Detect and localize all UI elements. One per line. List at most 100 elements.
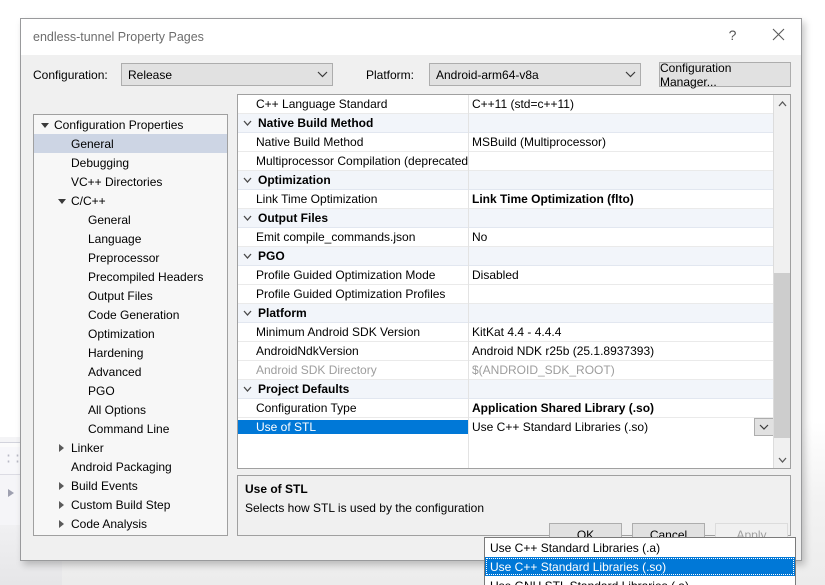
tree-spacer [72, 286, 85, 305]
tree-item-advanced[interactable]: Advanced [34, 362, 227, 381]
tree-item-android-packaging[interactable]: Android Packaging [34, 457, 227, 476]
grid-row-native-build-method[interactable]: Native Build MethodMSBuild (Multiprocess… [238, 133, 774, 152]
grid-property-value[interactable]: KitKat 4.4 - 4.4.4 [468, 325, 774, 339]
grid-row-android-sdk-directory[interactable]: Android SDK Directory$(ANDROID_SDK_ROOT) [238, 361, 774, 380]
grid-group-native-build-method[interactable]: Native Build Method [238, 114, 774, 133]
use-of-stl-dropdown-list[interactable]: Use C++ Standard Libraries (.a)Use C++ S… [484, 537, 796, 585]
grid-row-configuration-type[interactable]: Configuration TypeApplication Shared Lib… [238, 399, 774, 418]
help-button[interactable]: ? [710, 19, 755, 50]
grid-group-output-files[interactable]: Output Files [238, 209, 774, 228]
dialog-titlebar[interactable]: endless-tunnel Property Pages ? [21, 19, 801, 56]
dropdown-option[interactable]: Use C++ Standard Libraries (.a) [485, 538, 795, 557]
chevron-down-icon[interactable] [238, 380, 256, 399]
value-dropdown-button[interactable] [754, 418, 774, 436]
configuration-manager-button[interactable]: Configuration Manager... [659, 62, 791, 87]
tree-item-all-options[interactable]: All Options [34, 400, 227, 419]
tree-item-custom-build-step[interactable]: Custom Build Step [34, 495, 227, 514]
tree-item-general[interactable]: General [34, 210, 227, 229]
platform-label: Platform: [366, 68, 414, 82]
tree-item-optimization[interactable]: Optimization [34, 324, 227, 343]
grid-group-platform[interactable]: Platform [238, 304, 774, 323]
grid-property-name: Configuration Type [238, 401, 468, 415]
tree-item-label: Command Line [85, 422, 169, 436]
property-tree[interactable]: Configuration PropertiesGeneralDebugging… [33, 114, 228, 536]
triangle-down-icon[interactable] [38, 115, 51, 134]
grid-property-value[interactable]: C++11 (std=c++11) [468, 97, 774, 111]
grid-property-name: Minimum Android SDK Version [238, 325, 468, 339]
platform-select[interactable]: Android-arm64-v8a [429, 63, 641, 86]
grid-row-profile-guided-optimization-profiles[interactable]: Profile Guided Optimization Profiles [238, 285, 774, 304]
grid-property-name: Native Build Method [238, 135, 468, 149]
triangle-right-icon[interactable] [55, 476, 68, 495]
grid-property-name: Multiprocessor Compilation (deprecated) [238, 154, 468, 168]
tree-item-code-generation[interactable]: Code Generation [34, 305, 227, 324]
tree-spacer [72, 229, 85, 248]
grid-row-emit-compile-commands-json[interactable]: Emit compile_commands.jsonNo [238, 228, 774, 247]
chevron-down-icon [759, 424, 769, 430]
grid-property-value[interactable]: Use C++ Standard Libraries (.so) [468, 420, 774, 434]
tree-item-build-events[interactable]: Build Events [34, 476, 227, 495]
tree-item-configuration-properties[interactable]: Configuration Properties [34, 115, 227, 134]
grid-column-separator [468, 95, 469, 468]
tree-item-label: Code Generation [85, 308, 179, 322]
tree-item-hardening[interactable]: Hardening [34, 343, 227, 362]
grid-group-pgo[interactable]: PGO [238, 247, 774, 266]
configuration-bar: Configuration: Release Platform: Android… [21, 56, 801, 94]
scrollbar-thumb[interactable] [774, 273, 791, 438]
grid-property-name: Android SDK Directory [238, 363, 468, 377]
grid-row-androidndkversion[interactable]: AndroidNdkVersionAndroid NDK r25b (25.1.… [238, 342, 774, 361]
property-grid[interactable]: C++ Language StandardC++11 (std=c++11)Na… [237, 94, 791, 469]
tree-item-label: PGO [85, 384, 115, 398]
grid-row-profile-guided-optimization-mode[interactable]: Profile Guided Optimization ModeDisabled [238, 266, 774, 285]
configuration-select[interactable]: Release [121, 63, 333, 86]
chevron-down-icon[interactable] [238, 247, 256, 266]
grid-row-multiprocessor-compilation-deprecated[interactable]: Multiprocessor Compilation (deprecated) [238, 152, 774, 171]
chevron-down-icon[interactable] [238, 209, 256, 228]
tree-item-general[interactable]: General [34, 134, 227, 153]
tree-item-label: Output Files [85, 289, 153, 303]
tree-item-debugging[interactable]: Debugging [34, 153, 227, 172]
grid-group-optimization[interactable]: Optimization [238, 171, 774, 190]
dropdown-option[interactable]: Use C++ Standard Libraries (.so) [485, 557, 795, 576]
grid-row-minimum-android-sdk-version[interactable]: Minimum Android SDK VersionKitKat 4.4 - … [238, 323, 774, 342]
triangle-right-icon[interactable] [55, 495, 68, 514]
grid-property-value[interactable]: $(ANDROID_SDK_ROOT) [468, 363, 774, 377]
grid-property-value[interactable]: Link Time Optimization (flto) [468, 192, 774, 206]
close-icon [772, 28, 785, 41]
dropdown-option[interactable]: Use GNU STL Standard Libraries (.a) [485, 576, 795, 585]
tree-spacer [55, 134, 68, 153]
scroll-up-button[interactable] [774, 95, 791, 112]
tree-item-language[interactable]: Language [34, 229, 227, 248]
chevron-down-icon[interactable] [238, 171, 256, 190]
triangle-right-icon[interactable] [55, 438, 68, 457]
chevron-down-icon[interactable] [238, 304, 256, 323]
close-button[interactable] [756, 19, 801, 50]
grid-row-link-time-optimization[interactable]: Link Time OptimizationLink Time Optimiza… [238, 190, 774, 209]
tree-item-command-line[interactable]: Command Line [34, 419, 227, 438]
tree-item-pgo[interactable]: PGO [34, 381, 227, 400]
tree-item-preprocessor[interactable]: Preprocessor [34, 248, 227, 267]
platform-select-value: Android-arm64-v8a [430, 68, 620, 82]
grid-property-value[interactable]: Application Shared Library (.so) [468, 401, 774, 415]
grid-scrollbar[interactable] [773, 95, 790, 468]
tree-item-precompiled-headers[interactable]: Precompiled Headers [34, 267, 227, 286]
grid-property-value[interactable]: No [468, 230, 774, 244]
grid-property-value[interactable]: MSBuild (Multiprocessor) [468, 135, 774, 149]
grid-property-name: C++ Language Standard [238, 97, 468, 111]
triangle-down-icon[interactable] [55, 191, 68, 210]
tree-item-linker[interactable]: Linker [34, 438, 227, 457]
tree-item-vc-directories[interactable]: VC++ Directories [34, 172, 227, 191]
grid-row-c-language-standard[interactable]: C++ Language StandardC++11 (std=c++11) [238, 95, 774, 114]
tree-item-c-c[interactable]: C/C++ [34, 191, 227, 210]
tree-spacer [72, 248, 85, 267]
tree-item-label: Language [85, 232, 141, 246]
grid-row-use-of-stl[interactable]: Use of STLUse C++ Standard Libraries (.s… [238, 418, 774, 437]
grid-group-project-defaults[interactable]: Project Defaults [238, 380, 774, 399]
grid-property-value[interactable]: Disabled [468, 268, 774, 282]
chevron-down-icon [778, 457, 787, 463]
grid-property-name: Link Time Optimization [238, 192, 468, 206]
chevron-down-icon[interactable] [238, 114, 256, 133]
scroll-down-button[interactable] [774, 451, 791, 468]
tree-item-output-files[interactable]: Output Files [34, 286, 227, 305]
grid-property-value[interactable]: Android NDK r25b (25.1.8937393) [468, 344, 774, 358]
